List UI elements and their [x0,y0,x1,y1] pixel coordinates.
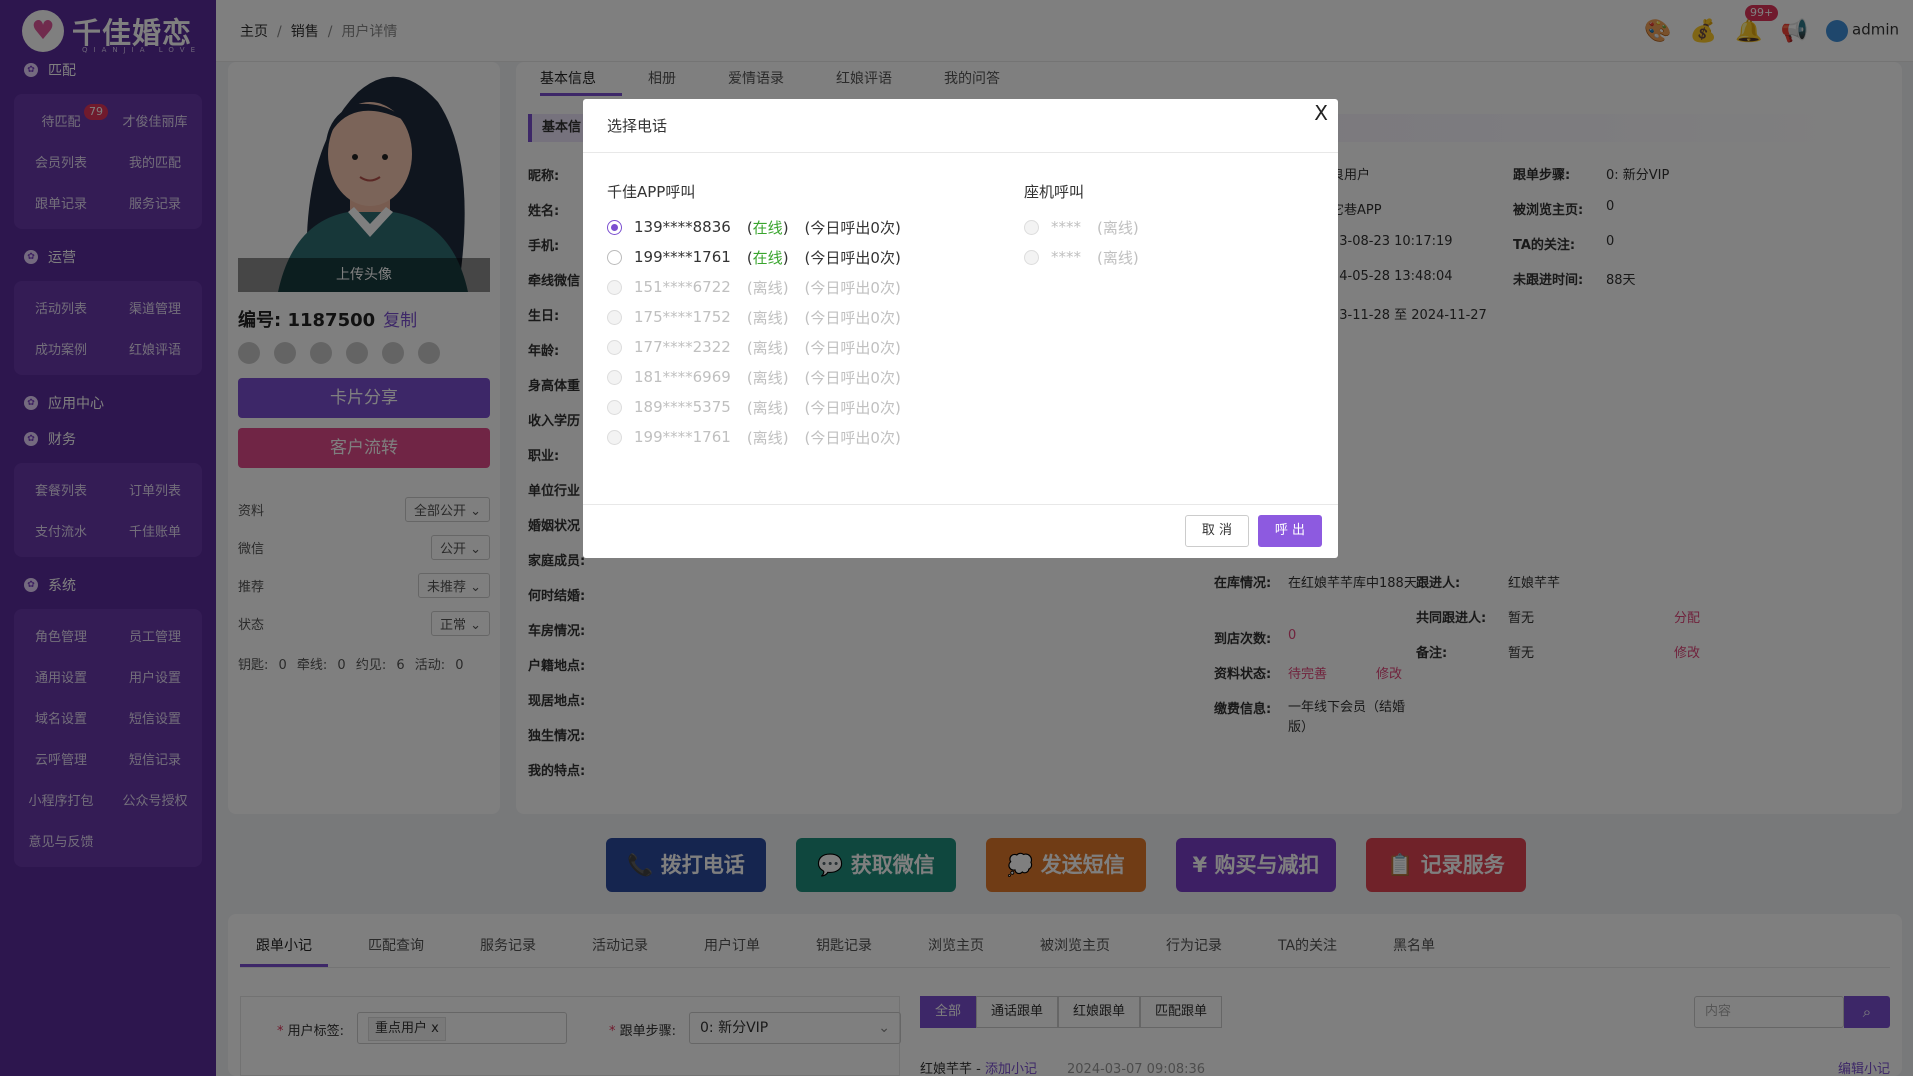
phone-number: 189****5375 [634,398,731,416]
app-phone-option[interactable]: 189****5375 (离线) (今日呼出0次) [607,392,901,422]
dialog-footer: 取 消 呼 出 [583,504,1338,558]
app-call-heading: 千佳APP呼叫 [607,183,696,201]
app-phone-option[interactable]: 199****1761 (在线) (今日呼出0次) [607,242,901,272]
cancel-button[interactable]: 取 消 [1185,515,1249,547]
radio-button[interactable] [607,219,622,235]
phone-number: 181****6969 [634,368,731,386]
landline-call-heading: 座机呼叫 [1024,183,1085,201]
phone-status: (离线) [1097,248,1139,267]
landline-phone-option[interactable]: **** (离线) [1024,212,1139,242]
close-icon[interactable]: X [1314,99,1328,127]
call-count: (今日呼出0次) [804,338,901,357]
radio-button[interactable] [1024,249,1039,265]
call-count: (今日呼出0次) [804,428,901,447]
phone-status: (在线) [746,248,789,267]
app-phone-option[interactable]: 177****2322 (离线) (今日呼出0次) [607,332,901,362]
phone-status: (离线) [746,428,789,447]
call-count: (今日呼出0次) [804,248,901,267]
phone-status: (在线) [746,218,789,237]
phone-status: (离线) [746,398,789,417]
phone-number: 199****1761 [634,248,731,266]
phone-number: **** [1051,218,1081,236]
phone-number: 199****1761 [634,428,731,446]
radio-button[interactable] [607,429,622,445]
phone-status: (离线) [746,368,789,387]
phone-status: (离线) [746,338,789,357]
call-count: (今日呼出0次) [804,368,901,387]
call-count: (今日呼出0次) [804,308,901,327]
app-phone-option[interactable]: 175****1752 (离线) (今日呼出0次) [607,302,901,332]
phone-number: 177****2322 [634,338,731,356]
phone-number: 175****1752 [634,308,731,326]
phone-status: (离线) [746,278,789,297]
landline-phone-option[interactable]: **** (离线) [1024,242,1139,272]
call-count: (今日呼出0次) [804,398,901,417]
call-button[interactable]: 呼 出 [1258,515,1322,547]
app-phone-option[interactable]: 181****6969 (离线) (今日呼出0次) [607,362,901,392]
app-phone-option[interactable]: 151****6722 (离线) (今日呼出0次) [607,272,901,302]
phone-status: (离线) [1097,218,1139,237]
phone-status: (离线) [746,308,789,327]
radio-button[interactable] [607,309,622,325]
phone-number: 151****6722 [634,278,731,296]
phone-number: **** [1051,248,1081,266]
call-count: (今日呼出0次) [804,218,901,237]
radio-button[interactable] [1024,219,1039,235]
phone-number: 139****8836 [634,218,731,236]
radio-button[interactable] [607,339,622,355]
select-phone-dialog: 选择电话 X 千佳APP呼叫 座机呼叫 139****8836 (在线) (今日呼出… [583,99,1338,558]
dialog-title: 选择电话 [583,99,1338,153]
radio-button[interactable] [607,249,622,265]
radio-button[interactable] [607,369,622,385]
app-phone-option[interactable]: 139****8836 (在线) (今日呼出0次) [607,212,901,242]
radio-button[interactable] [607,399,622,415]
radio-button[interactable] [607,279,622,295]
call-count: (今日呼出0次) [804,278,901,297]
app-phone-option[interactable]: 199****1761 (离线) (今日呼出0次) [607,422,901,452]
